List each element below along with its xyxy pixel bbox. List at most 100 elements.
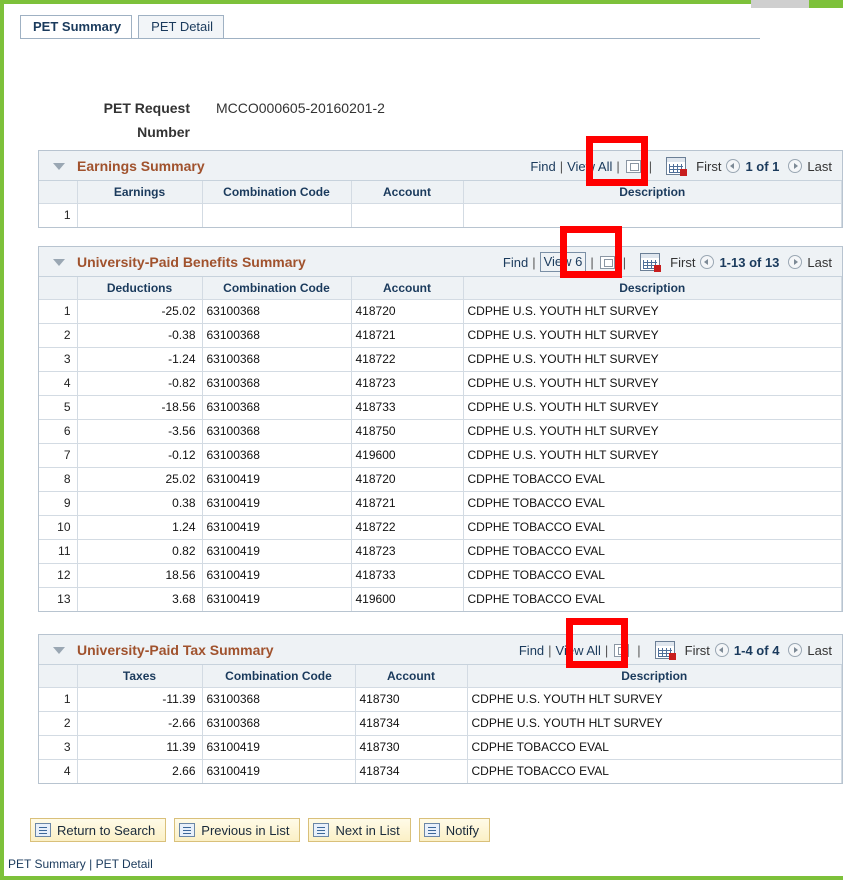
column-header[interactable]: Earnings <box>77 181 203 203</box>
row-number: 6 <box>39 418 78 443</box>
table-row[interactable]: 12 18.56 63100419 418733 CDPHE TOBACCO EVAL <box>39 562 842 587</box>
find-link[interactable]: Find <box>530 159 555 174</box>
description-cell: CDPHE U.S. YOUTH HLT SURVEY <box>463 418 842 443</box>
collapse-icon[interactable] <box>53 163 65 170</box>
separator: | <box>548 642 552 658</box>
previous-row-icon[interactable] <box>700 255 715 269</box>
column-header[interactable]: Combination Code <box>202 181 352 203</box>
column-header[interactable]: Description <box>463 277 842 299</box>
table-row[interactable]: 11 0.82 63100419 418723 CDPHE TOBACCO EVAL <box>39 538 842 563</box>
tax-table: Taxes Combination Code Account Descripti… <box>39 665 842 783</box>
button-label: Notify <box>445 822 479 838</box>
column-header[interactable]: Account <box>355 665 468 687</box>
next-row-icon[interactable] <box>788 643 803 657</box>
find-link[interactable]: Find <box>503 255 528 270</box>
last-link[interactable]: Last <box>807 159 832 174</box>
table-row[interactable]: 2 -0.38 63100368 418721 CDPHE U.S. YOUTH HLT… <box>39 322 842 347</box>
combination-code-cell <box>202 202 352 227</box>
return-to-search-button[interactable]: Return to Search <box>30 818 167 842</box>
separator: | <box>622 254 627 270</box>
pet-request-number-value: MCCO000605-20160201-2 <box>216 100 385 116</box>
notify-button[interactable]: Notify <box>418 818 490 842</box>
column-header[interactable]: Taxes <box>77 665 203 687</box>
next-row-icon[interactable] <box>788 255 803 269</box>
first-link[interactable]: First <box>685 643 710 658</box>
earnings-table: Earnings Combination Code Account Descri… <box>39 181 842 227</box>
download-excel-icon[interactable] <box>654 641 676 660</box>
description-cell: CDPHE TOBACCO EVAL <box>463 490 842 515</box>
table-row[interactable]: 5 -18.56 63100368 418733 CDPHE U.S. YOUTH HL… <box>39 394 842 419</box>
find-link[interactable]: Find <box>519 643 544 658</box>
page-toolbar: Return to Search Previous in List Next i… <box>30 818 490 842</box>
window-corner-green <box>809 0 843 8</box>
description-cell: CDPHE U.S. YOUTH HLT SURVEY <box>463 442 842 467</box>
table-row[interactable]: 8 25.02 63100419 418720 CDPHE TOBACCO EVAL <box>39 466 842 491</box>
button-label: Return to Search <box>57 822 156 838</box>
table-row[interactable]: 3 11.39 63100419 418730 CDPHE TOBACCO EVAL <box>39 734 842 759</box>
footer-link-pet-summary[interactable]: PET Summary <box>8 857 86 871</box>
amount-cell: -0.38 <box>77 322 203 347</box>
table-row[interactable]: 9 0.38 63100419 418721 CDPHE TOBACCO EVAL <box>39 490 842 515</box>
table-row[interactable]: 1 -25.02 63100368 418720 CDPHE U.S. YOUTH HL… <box>39 298 842 323</box>
combination-code-cell: 63100368 <box>202 370 352 395</box>
account-cell: 418734 <box>355 710 468 735</box>
table-row[interactable]: 4 -0.82 63100368 418723 CDPHE U.S. YOUTH HLT… <box>39 370 842 395</box>
previous-row-icon[interactable] <box>714 643 729 657</box>
previous-row-icon[interactable] <box>726 159 741 173</box>
first-link[interactable]: First <box>696 159 721 174</box>
account-cell: 418750 <box>351 418 464 443</box>
table-row[interactable]: 1 <box>39 202 842 227</box>
grid-title: University-Paid Tax Summary <box>77 641 274 658</box>
combination-code-cell: 63100419 <box>202 490 352 515</box>
benefits-table: Deductions Combination Code Account Desc… <box>39 277 842 611</box>
row-number: 8 <box>39 466 78 491</box>
column-header[interactable]: Account <box>351 181 464 203</box>
description-cell: CDPHE U.S. YOUTH HLT SURVEY <box>463 322 842 347</box>
table-row[interactable]: 3 -1.24 63100368 418722 CDPHE U.S. YOUTH HLT… <box>39 346 842 371</box>
collapse-icon[interactable] <box>53 647 65 654</box>
description-cell: CDPHE U.S. YOUTH HLT SURVEY <box>467 710 842 735</box>
previous-in-list-button[interactable]: Previous in List <box>174 818 301 842</box>
amount-cell: -0.12 <box>77 442 203 467</box>
amount-cell: 18.56 <box>77 562 203 587</box>
table-row[interactable]: 13 3.68 63100419 419600 CDPHE TOBACCO EVAL <box>39 586 842 611</box>
notify-icon <box>423 823 440 837</box>
column-header[interactable]: Deductions <box>77 277 203 299</box>
pet-request-number-label: PET Request Number <box>103 100 190 140</box>
tab-pet-detail[interactable]: PET Detail <box>138 15 225 39</box>
footer-link-pet-detail[interactable]: PET Detail <box>96 857 153 871</box>
table-row[interactable]: 1 -11.39 63100368 418730 CDPHE U.S. YOUTH HL… <box>39 686 842 711</box>
download-excel-icon[interactable] <box>666 157 688 176</box>
column-header[interactable]: Description <box>463 181 842 203</box>
last-link[interactable]: Last <box>807 255 832 270</box>
column-header[interactable]: Account <box>351 277 464 299</box>
column-header[interactable]: Description <box>467 665 842 687</box>
highlight-box-tax <box>566 618 628 668</box>
collapse-icon[interactable] <box>53 259 65 266</box>
amount-cell: 25.02 <box>77 466 203 491</box>
table-row[interactable]: 2 -2.66 63100368 418734 CDPHE U.S. YOUTH HLT… <box>39 710 842 735</box>
grid-title: University-Paid Benefits Summary <box>77 253 306 270</box>
tab-underline <box>20 38 760 39</box>
column-header[interactable]: Combination Code <box>202 277 352 299</box>
combination-code-cell: 63100419 <box>202 562 352 587</box>
amount-cell: 0.38 <box>77 490 203 515</box>
highlight-box-earnings <box>586 136 648 186</box>
separator: | <box>559 158 564 174</box>
last-link[interactable]: Last <box>807 643 832 658</box>
table-row[interactable]: 7 -0.12 63100368 419600 CDPHE U.S. YOUTH HLT… <box>39 442 842 467</box>
grid-title: Earnings Summary <box>77 157 205 174</box>
table-row[interactable]: 6 -3.56 63100368 418750 CDPHE U.S. YOUTH HLT… <box>39 418 842 443</box>
column-header[interactable]: Combination Code <box>202 665 356 687</box>
next-row-icon[interactable] <box>788 159 803 173</box>
table-row[interactable]: 10 1.24 63100419 418722 CDPHE TOBACCO EVAL <box>39 514 842 539</box>
table-row[interactable]: 4 2.66 63100419 418734 CDPHE TOBACCO EVAL <box>39 758 842 783</box>
next-in-list-button[interactable]: Next in List <box>308 818 411 842</box>
row-number: 4 <box>39 370 78 395</box>
first-link[interactable]: First <box>670 255 695 270</box>
table-header-row: Taxes Combination Code Account Descripti… <box>39 665 842 687</box>
download-excel-icon[interactable] <box>640 253 662 272</box>
next-list-icon <box>313 823 330 837</box>
tab-pet-summary[interactable]: PET Summary <box>20 15 133 39</box>
row-number: 11 <box>39 538 78 563</box>
